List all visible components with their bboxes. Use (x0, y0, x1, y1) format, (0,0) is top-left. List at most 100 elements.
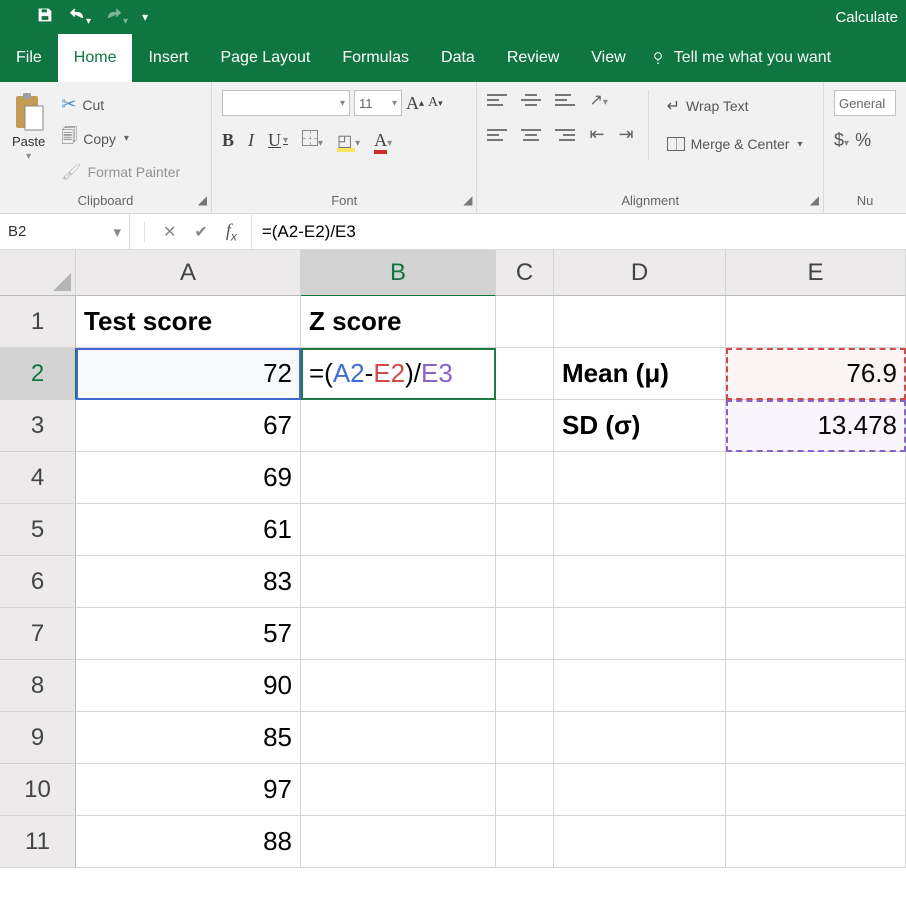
tab-data[interactable]: Data (425, 34, 491, 82)
alignment-launcher[interactable]: ◢ (810, 193, 819, 207)
cell-A4[interactable]: 69 (76, 452, 301, 504)
cell-E5[interactable] (726, 504, 906, 556)
orientation-button[interactable]: ▾ (589, 90, 607, 110)
format-painter-button[interactable]: Format Painter (57, 160, 184, 184)
row-header-5[interactable]: 5 (0, 504, 76, 556)
column-header-C[interactable]: C (496, 250, 554, 296)
save-button[interactable] (36, 6, 54, 29)
formula-bar[interactable]: =(A2-E2)/E3 (251, 214, 906, 249)
font-launcher[interactable]: ◢ (463, 193, 472, 207)
align-center-button[interactable] (521, 126, 541, 144)
cell-C2[interactable] (496, 348, 554, 400)
column-header-B[interactable]: B (301, 250, 496, 296)
cell-D5[interactable] (554, 504, 726, 556)
cell-A3[interactable]: 67 (76, 400, 301, 452)
increase-indent-button[interactable] (619, 124, 634, 145)
cell-B3[interactable] (301, 400, 496, 452)
cell-B6[interactable] (301, 556, 496, 608)
merge-center-button[interactable]: Merge & Center▾ (663, 134, 807, 154)
tab-home[interactable]: Home (58, 34, 133, 82)
tab-review[interactable]: Review (491, 34, 575, 82)
wrap-text-button[interactable]: Wrap Text (663, 94, 807, 118)
accounting-format-button[interactable]: ▾ (834, 130, 849, 151)
cell-B7[interactable] (301, 608, 496, 660)
align-left-button[interactable] (487, 126, 507, 144)
align-right-button[interactable] (555, 126, 575, 144)
row-header-7[interactable]: 7 (0, 608, 76, 660)
cell-E10[interactable] (726, 764, 906, 816)
row-header-10[interactable]: 10 (0, 764, 76, 816)
cell-C6[interactable] (496, 556, 554, 608)
cell-E9[interactable] (726, 712, 906, 764)
underline-button[interactable]: U▾ (268, 130, 288, 151)
enter-formula-button[interactable]: ✔ (194, 222, 207, 242)
number-format-select[interactable]: General (834, 90, 896, 116)
cell-B8[interactable] (301, 660, 496, 712)
column-header-E[interactable]: E (726, 250, 906, 296)
cell-E8[interactable] (726, 660, 906, 712)
cell-A10[interactable]: 97 (76, 764, 301, 816)
cell-B5[interactable] (301, 504, 496, 556)
border-button[interactable]: ▾ (302, 130, 323, 151)
cancel-formula-button[interactable]: ✕ (163, 222, 176, 242)
tab-insert[interactable]: Insert (132, 34, 204, 82)
row-header-1[interactable]: 1 (0, 296, 76, 348)
paste-button[interactable]: Paste ▾ (10, 90, 47, 164)
cell-C1[interactable] (496, 296, 554, 348)
column-header-A[interactable]: A (76, 250, 301, 296)
cell-C3[interactable] (496, 400, 554, 452)
cell-C9[interactable] (496, 712, 554, 764)
cell-E6[interactable] (726, 556, 906, 608)
select-all-corner[interactable] (0, 250, 76, 296)
cell-D6[interactable] (554, 556, 726, 608)
cell-B4[interactable] (301, 452, 496, 504)
cell-B11[interactable] (301, 816, 496, 868)
cell-E3[interactable]: 13.478 (726, 400, 906, 452)
tab-formulas[interactable]: Formulas (326, 34, 425, 82)
column-header-D[interactable]: D (554, 250, 726, 296)
cell-D1[interactable] (554, 296, 726, 348)
cell-E4[interactable] (726, 452, 906, 504)
cell-A6[interactable]: 83 (76, 556, 301, 608)
cell-D7[interactable] (554, 608, 726, 660)
cell-C11[interactable] (496, 816, 554, 868)
align-bottom-button[interactable] (555, 91, 575, 109)
cell-D2[interactable]: Mean (μ) (554, 348, 726, 400)
font-size-select[interactable]: 11▾ (354, 90, 402, 116)
cell-E1[interactable] (726, 296, 906, 348)
cell-D8[interactable] (554, 660, 726, 712)
cell-A8[interactable]: 90 (76, 660, 301, 712)
cell-A11[interactable]: 88 (76, 816, 301, 868)
cell-D10[interactable] (554, 764, 726, 816)
cell-E11[interactable] (726, 816, 906, 868)
shrink-font-button[interactable]: A▾ (428, 95, 443, 111)
cut-button[interactable]: Cut (57, 92, 184, 117)
copy-button[interactable]: Copy▾ (57, 123, 184, 154)
font-color-button[interactable]: A▾ (374, 130, 392, 151)
align-top-button[interactable] (487, 91, 507, 109)
tab-file[interactable]: File (0, 34, 58, 82)
row-header-6[interactable]: 6 (0, 556, 76, 608)
row-header-2[interactable]: 2 (0, 348, 76, 400)
cell-B2[interactable]: =(A2-E2)/E3 (301, 348, 496, 400)
row-header-3[interactable]: 3 (0, 400, 76, 452)
tab-page-layout[interactable]: Page Layout (204, 34, 326, 82)
cell-D3[interactable]: SD (σ) (554, 400, 726, 452)
percent-format-button[interactable] (855, 130, 871, 151)
cell-C7[interactable] (496, 608, 554, 660)
cell-C10[interactable] (496, 764, 554, 816)
row-header-8[interactable]: 8 (0, 660, 76, 712)
row-header-9[interactable]: 9 (0, 712, 76, 764)
cell-C4[interactable] (496, 452, 554, 504)
decrease-indent-button[interactable] (589, 124, 604, 145)
cell-C8[interactable] (496, 660, 554, 712)
grow-font-button[interactable]: A▴ (406, 93, 424, 114)
align-middle-button[interactable] (521, 91, 541, 109)
fx-icon[interactable]: fx (226, 220, 237, 244)
name-box[interactable]: B2 ▾ (0, 214, 130, 249)
row-header-4[interactable]: 4 (0, 452, 76, 504)
redo-button[interactable]: ▾ (105, 6, 128, 29)
cell-A2[interactable]: 72 (76, 348, 301, 400)
cell-C5[interactable] (496, 504, 554, 556)
cell-E7[interactable] (726, 608, 906, 660)
